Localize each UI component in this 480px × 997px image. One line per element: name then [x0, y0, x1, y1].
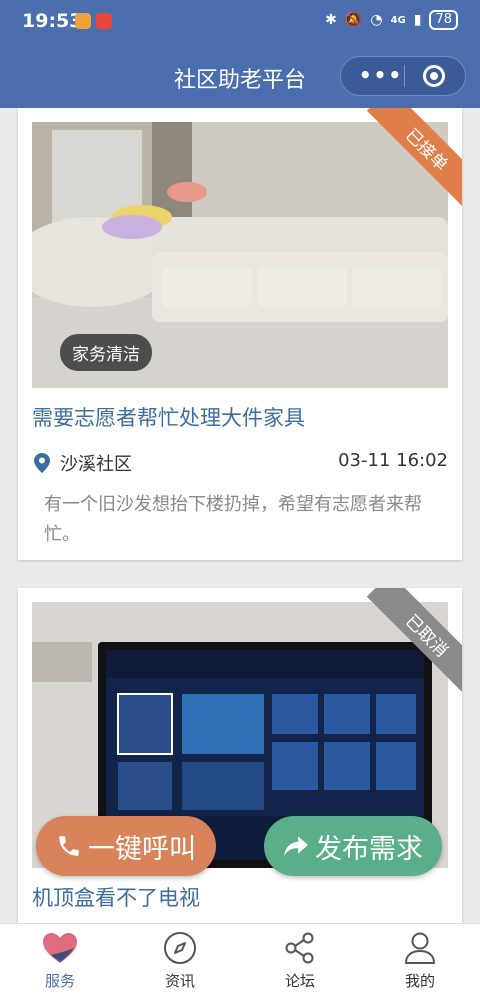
more-dots-icon[interactable]: ••• [357, 63, 405, 87]
tab-service[interactable]: 服务 [0, 930, 120, 991]
location-pin-icon [34, 453, 50, 473]
nav-bar: 社区助老平台 ••• [0, 42, 480, 108]
status-indicators: ✱ 🔕 ◔ 4G ▮ 78 [325, 10, 458, 30]
category-tag: 家务清洁 [60, 334, 152, 371]
request-meta: 沙溪社区 03-11 16:02 [34, 450, 448, 476]
capsule-divider [404, 65, 405, 87]
request-title[interactable]: 需要志愿者帮忙处理大件家具 [32, 402, 305, 432]
share-icon [285, 932, 314, 964]
tab-forum[interactable]: 论坛 [240, 930, 360, 991]
mute-icon: 🔕 [344, 12, 363, 28]
page-title: 社区助老平台 [173, 68, 306, 93]
target-close-icon[interactable] [423, 65, 445, 87]
tab-label: 我的 [404, 972, 435, 990]
call-label: 一键呼叫 [88, 833, 196, 865]
phone-icon [59, 836, 79, 856]
signal-icon: ▮ [413, 12, 422, 28]
tab-label: 论坛 [284, 972, 315, 990]
community-name: 沙溪社区 [60, 454, 132, 475]
status-bar: 19:53 ✱ 🔕 ◔ 4G ▮ 78 [0, 0, 480, 42]
request-title[interactable]: 机顶盒看不了电视 [32, 882, 200, 912]
tab-news[interactable]: 资讯 [120, 930, 240, 991]
one-key-call-button[interactable]: 一键呼叫 [36, 816, 216, 876]
request-time: 03-11 16:02 [338, 450, 448, 471]
battery-level: 78 [429, 10, 458, 30]
status-time: 19:53 [22, 10, 83, 32]
request-card[interactable]: 家务清洁 已接单 需要志愿者帮忙处理大件家具 沙溪社区 03-11 16:02 … [18, 108, 462, 560]
tab-mine[interactable]: 我的 [360, 930, 480, 991]
heart-icon [43, 933, 77, 963]
request-photo-sofa: 家务清洁 [32, 122, 448, 388]
request-description: 有一个旧沙发想抬下楼扔掉，希望有志愿者来帮忙。 [44, 494, 422, 545]
publish-request-button[interactable]: 发布需求 [264, 816, 442, 876]
bluetooth-icon: ✱ [325, 12, 337, 28]
compass-icon [164, 932, 196, 964]
network-type: 4G [390, 14, 406, 26]
tab-label: 资讯 [164, 972, 195, 990]
wifi-icon: ◔ [370, 12, 383, 28]
tab-label: 服务 [44, 972, 75, 990]
request-list: 家务清洁 已接单 需要志愿者帮忙处理大件家具 沙溪社区 03-11 16:02 … [0, 108, 480, 923]
share-arrow-icon [284, 836, 308, 856]
miniapp-capsule: ••• [340, 56, 466, 96]
notification-app-icon [75, 13, 91, 29]
notification-mail-icon [96, 13, 112, 29]
user-icon [405, 932, 435, 964]
bottom-tab-bar: 服务 资讯 论坛 我的 [0, 923, 480, 997]
publish-label: 发布需求 [315, 833, 423, 865]
